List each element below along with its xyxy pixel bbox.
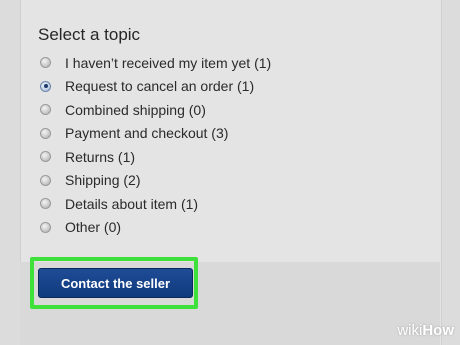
contact-seller-button[interactable]: Contact the seller [38,268,193,298]
topic-option-payment-checkout[interactable]: Payment and checkout (3) [38,122,271,146]
radio-button[interactable] [40,221,51,233]
watermark-how-text: How [422,322,454,339]
option-label: Returns (1) [65,148,136,165]
radio-button[interactable] [40,57,51,69]
topic-option-not-received[interactable]: I haven’t received my item yet (1) [38,51,271,75]
option-label: Request to cancel an order (1) [65,78,255,95]
topic-option-cancel-order[interactable]: Request to cancel an order (1) [38,75,271,99]
option-label: Other (0) [65,219,122,236]
option-label: Combined shipping (0) [65,101,206,118]
option-label: Shipping (2) [65,172,141,189]
radio-button[interactable] [40,127,51,139]
watermark-wiki-text: wiki [397,322,423,339]
topic-option-returns[interactable]: Returns (1) [38,145,271,169]
option-label: I haven’t received my item yet (1) [65,54,272,71]
topic-option-combined-shipping[interactable]: Combined shipping (0) [38,98,271,122]
radio-button[interactable] [40,151,51,163]
topic-option-item-details[interactable]: Details about item (1) [38,192,271,216]
option-label: Details about item (1) [65,195,199,212]
wikihow-watermark-logo: wikiHow [397,322,454,339]
radio-button[interactable] [40,104,51,116]
radio-button[interactable] [40,198,51,210]
topic-option-shipping[interactable]: Shipping (2) [38,169,271,193]
option-label: Payment and checkout (3) [65,125,229,142]
topic-radio-group: I haven’t received my item yet (1) Reque… [38,51,271,239]
radio-button[interactable] [40,174,51,186]
radio-button-selected[interactable] [40,80,51,92]
topic-heading: Select a topic [38,25,141,44]
topic-option-other[interactable]: Other (0) [38,216,271,240]
